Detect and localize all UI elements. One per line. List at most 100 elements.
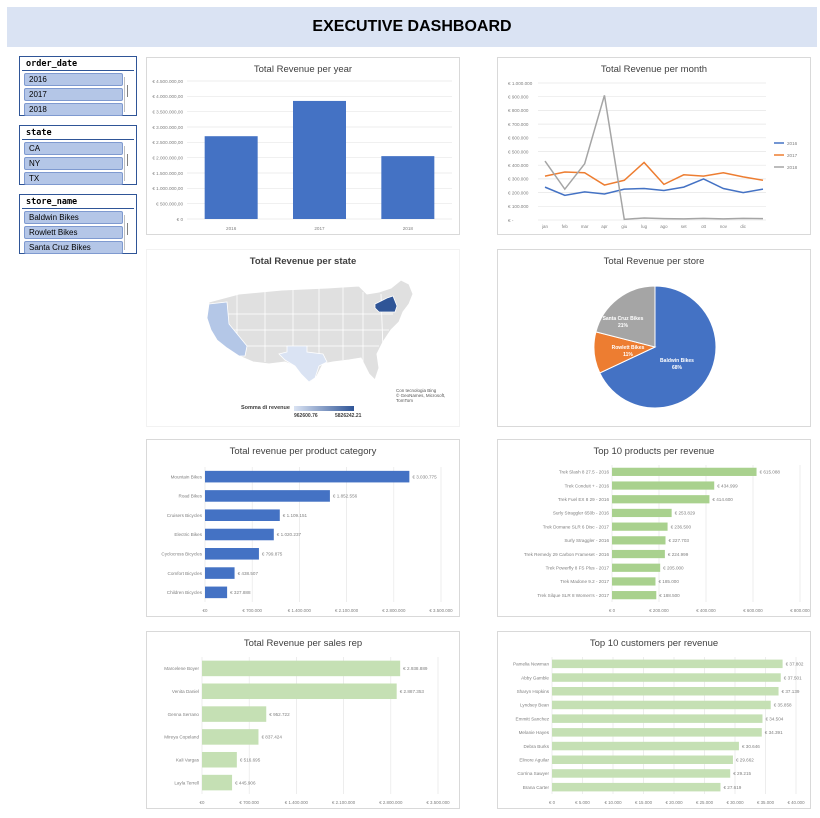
bar [552,728,762,737]
chart-revenue-per-month[interactable]: Total Revenue per month € - € 100.000 € 20… [497,57,811,235]
slicer-item[interactable]: CA [24,142,123,155]
data-label: € 29.215 [733,771,751,776]
y-tick-label: Surly Straggler 650b - 2016 [553,511,610,516]
chart-revenue-per-state[interactable]: Total Revenue per state Con tecnologia B… [146,249,460,427]
y-tick-label: € 500.000 [508,149,529,154]
data-label: € 37.802 [786,662,804,667]
slicer-item[interactable]: NY [24,157,123,170]
data-label: € 2.887.353 [400,689,425,694]
y-tick-label: Kali Vargas [176,757,200,762]
y-tick-label: Trek Powerfly 8 FS Plus - 2017 [546,565,610,570]
bar [205,548,259,560]
y-tick-label: € 500.000,00 [156,201,183,206]
chart-canvas: €0 € 700.000 € 1.400.000 € 2.100.000 € 2.800… [164,657,450,805]
bar [552,769,731,778]
bar [612,495,710,504]
bar [612,481,715,490]
x-tick-label: nov [720,224,728,229]
data-label: € 29.662 [736,757,754,762]
y-tick-label: Trek Madone 9.2 - 2017 [560,579,609,584]
bar [202,706,267,722]
chart-canvas: Baldwin Bikes68% Rowlett Bikes11% Santa Cr… [593,285,717,409]
slicer-item[interactable]: 2018 [24,103,123,116]
slicer-order-date[interactable]: order_date 2016 2017 2018 [19,56,137,116]
x-tick-label: € 2.800.000 [382,608,406,613]
slicer-item[interactable]: 2016 [24,73,123,86]
x-tick-label: € 15.000 [635,800,653,805]
slicer-item[interactable]: Santa Cruz Bikes [24,241,123,254]
y-tick-label: € 1.000.000 [508,81,533,86]
bar [552,741,739,751]
chart-top10-customers[interactable]: Top 10 customers per revenue € 0 € 5.000 €… [497,631,811,809]
data-label: € 34.504 [765,716,783,721]
slicer-store-name[interactable]: store_name Baldwin Bikes Rowlett Bikes S… [19,194,137,254]
bar [202,729,259,745]
data-label: € 1.109.151 [283,513,308,518]
x-tick-label: €0 [200,800,205,805]
x-tick-label: apr [601,224,608,229]
y-tick-label: € 600.000 [508,136,529,141]
data-label: € 253.829 [675,511,696,516]
bar [612,563,661,572]
data-label: € 837.424 [261,735,282,740]
chart-revenue-per-store[interactable]: Total Revenue per store Baldwin Bikes 68%… [497,249,811,427]
x-tick-label: € 30.000 [726,800,744,805]
slicer-scrollbar[interactable] [124,215,133,250]
bar [205,490,330,502]
y-tick-label: Cruisers Bicycles [167,513,203,518]
legend-label: 2018 [787,165,798,170]
x-tick-label: € 700.000 [242,608,262,613]
bar [552,714,763,723]
bar [205,586,228,599]
legend-label: 2016 [787,141,798,146]
y-tick-label: Surly Straggler - 2016 [564,538,609,543]
y-tick-label: Trek Silque SLR 8 Women's - 2017 [537,593,609,598]
y-tick-label: € 2.500.000,00 [152,140,183,145]
bar [205,470,410,483]
chart-canvas: € 0 € 200.000 € 400.000 € 600.000 € 800.000 T… [524,465,810,613]
chart-revenue-per-category[interactable]: Total revenue per product category €0 € 7… [146,439,460,617]
slicer-item[interactable]: Rowlett Bikes [24,226,123,239]
data-label: € 414.600 [712,497,733,502]
y-tick-label: Sharyn Hopkins [517,689,550,694]
y-tick-label: Trek Remedy 29 Carbon Frameset - 2016 [524,552,610,557]
x-tick-label: € 2.800.000 [379,800,403,805]
bar [202,751,237,768]
y-tick-label: Road Bikes [179,494,203,499]
x-tick-label: 2018 [403,226,414,231]
y-tick-label: Corrina Sawyer [517,771,549,776]
slicer-state[interactable]: state CA NY TX [19,125,137,185]
x-tick-label: set [681,224,688,229]
x-tick-label: € 400.000 [696,608,716,613]
y-tick-label: € 0 [177,217,184,222]
x-tick-label: ago [660,224,668,229]
x-tick-label: € 5.000 [575,800,590,805]
slicer-item[interactable]: 2017 [24,88,123,101]
bar [552,673,781,682]
slice-name: Rowlett Bikes [612,345,645,351]
y-tick-label: Trek Fuel EX 8 29 - 2016 [558,497,610,502]
data-label: € 516.695 [240,757,261,762]
series-line [544,95,764,221]
data-label: € 37.501 [784,675,802,680]
chart-top10-products[interactable]: Top 10 products per revenue € 0 € 200.000… [497,439,811,617]
bar [552,659,783,669]
slicer-item[interactable]: TX [24,172,123,185]
bar [552,782,721,792]
bar [202,774,233,791]
bar [612,522,668,531]
slicer-scrollbar[interactable] [124,77,133,112]
y-tick-label: Pamelia Newman [513,662,549,667]
y-tick-label: € 200.000 [508,190,529,195]
x-tick-label: € 2.100.000 [332,800,356,805]
chart-revenue-per-year[interactable]: Total Revenue per year € 0 € 500.000,00 € … [146,57,460,235]
slicer-scrollbar[interactable] [124,146,133,181]
x-tick-label: € 0 [549,800,556,805]
data-label: € 434.999 [717,483,738,488]
bar [202,660,401,677]
y-tick-label: € 4.500.000,00 [152,79,183,84]
y-tick-label: Children Bicycles [167,590,203,595]
slicer-item[interactable]: Baldwin Bikes [24,211,123,224]
chart-revenue-per-sales-rep[interactable]: Total Revenue per sales rep €0 € 700.000 €… [146,631,460,809]
y-tick-label: Marcelene Boyer [164,666,199,671]
